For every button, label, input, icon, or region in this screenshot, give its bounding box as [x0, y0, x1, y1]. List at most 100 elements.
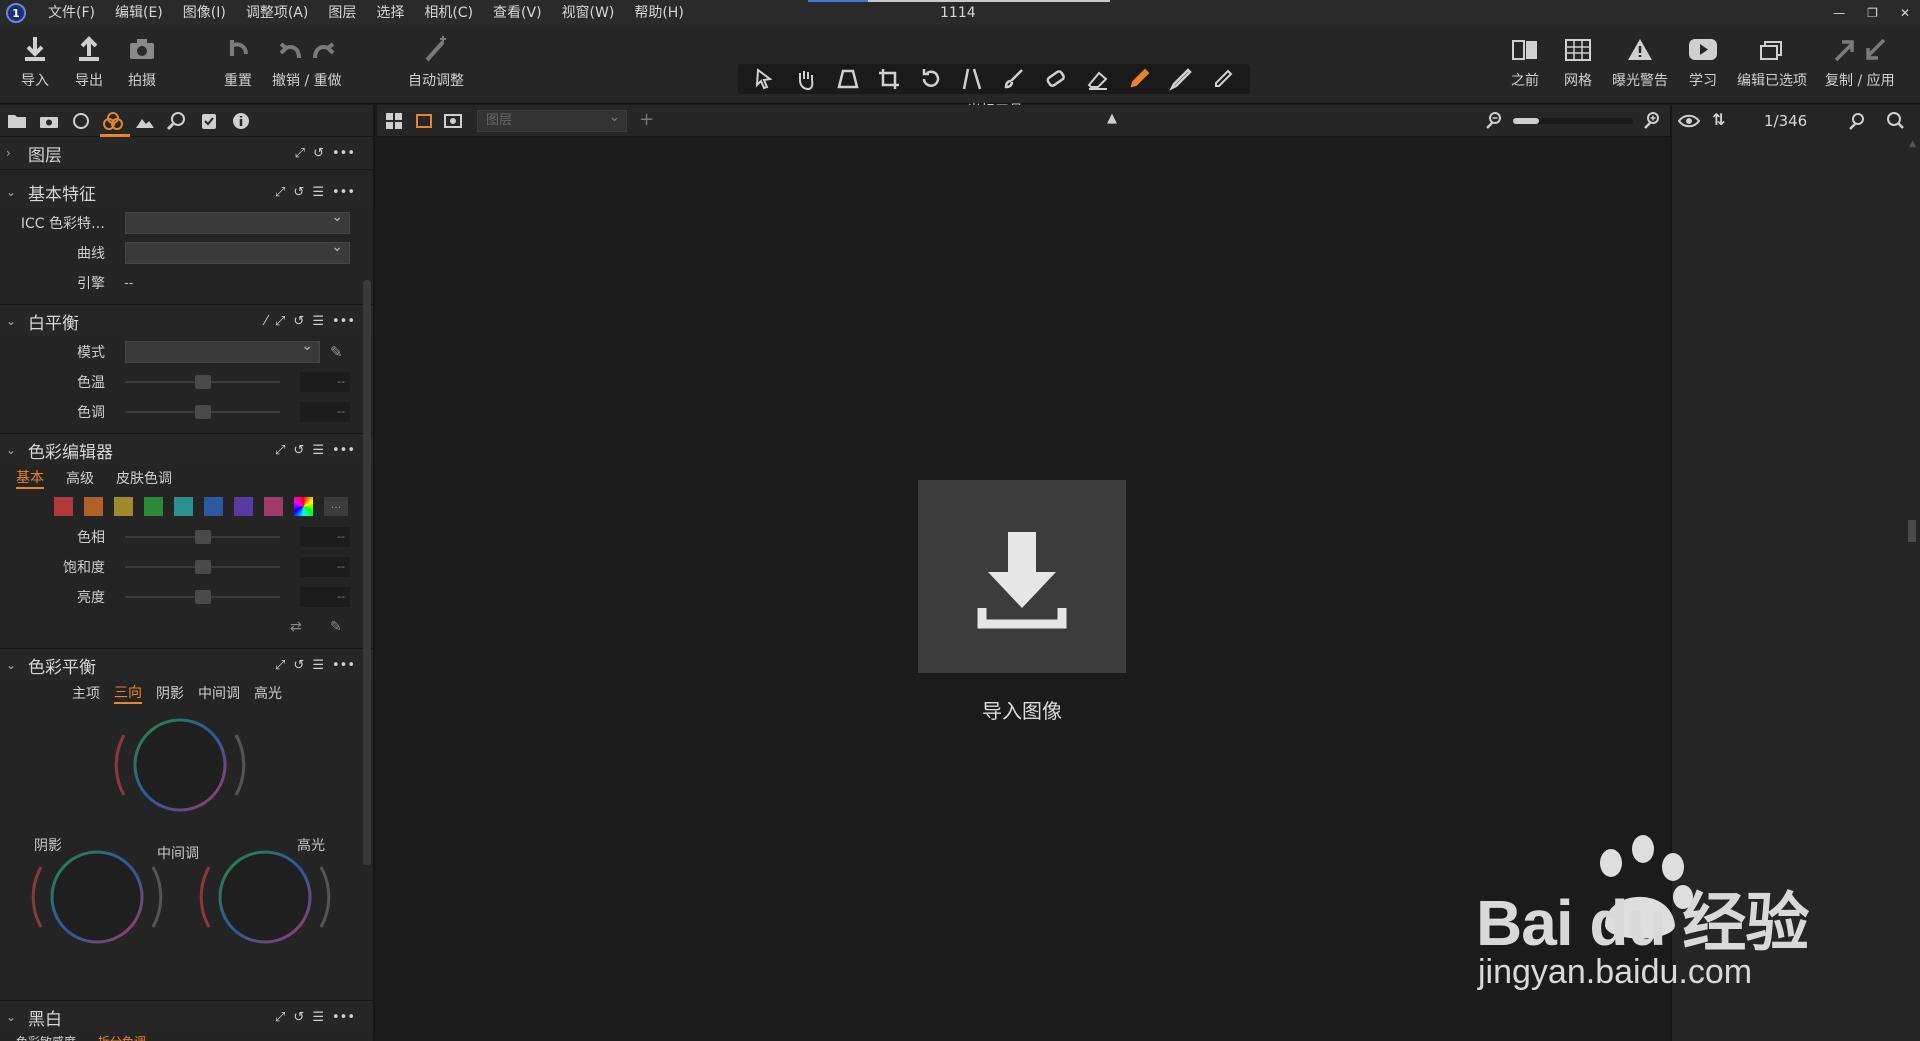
- tab-shadows[interactable]: 阴影: [156, 683, 184, 703]
- camera-tab-icon[interactable]: [38, 111, 60, 131]
- layers-section-header[interactable]: › 图层 ⤢ ↺ •••: [0, 137, 373, 169]
- import-button[interactable]: 导入: [20, 34, 50, 90]
- saturation-value[interactable]: --: [300, 557, 350, 577]
- wb-temp-slider[interactable]: [125, 375, 280, 389]
- hand-pan-icon[interactable]: [793, 67, 819, 91]
- lens-icon[interactable]: [70, 111, 92, 131]
- slider-knob[interactable]: [195, 530, 211, 544]
- auto-adjust-button[interactable]: 自动调整: [408, 34, 464, 90]
- swatch-more-button[interactable]: ...: [324, 496, 348, 516]
- swatch-blue[interactable]: [204, 496, 223, 516]
- menu-edit[interactable]: 编辑(E): [105, 0, 173, 26]
- zoom-out-icon[interactable]: [1485, 111, 1503, 133]
- hue-value[interactable]: --: [300, 527, 350, 547]
- tab-color-sensitivity[interactable]: 色彩敏感度: [16, 1033, 76, 1041]
- reset-section-icon[interactable]: ↺: [293, 314, 304, 329]
- swap-icon[interactable]: ⇄: [290, 619, 302, 635]
- tab-3-way[interactable]: 三向: [114, 682, 142, 704]
- menu-icon[interactable]: ☰: [312, 658, 324, 673]
- tab-master[interactable]: 主项: [72, 683, 100, 703]
- basic-section-header[interactable]: ⌄ 基本特征 ⤢ ↺ ☰ •••: [0, 176, 373, 208]
- details-tab-icon[interactable]: [166, 111, 188, 131]
- select-arrow-icon[interactable]: [752, 67, 778, 91]
- menu-select[interactable]: 选择: [366, 0, 414, 26]
- menu-icon[interactable]: ☰: [312, 314, 324, 329]
- menu-icon[interactable]: ☰: [312, 1010, 324, 1025]
- swatch-purple[interactable]: [234, 496, 253, 516]
- import-image-button[interactable]: [918, 480, 1126, 673]
- menu-file[interactable]: 文件(F): [38, 0, 105, 26]
- slider-knob[interactable]: [195, 590, 211, 604]
- folder-icon[interactable]: [6, 111, 28, 131]
- menu-image[interactable]: 图像(I): [173, 0, 236, 26]
- menu-camera[interactable]: 相机(C): [414, 0, 483, 26]
- swatch-yellow[interactable]: [114, 496, 133, 516]
- app-logo-icon[interactable]: 1: [6, 3, 26, 23]
- swatch-red[interactable]: [54, 496, 73, 516]
- lightness-value[interactable]: --: [300, 587, 350, 607]
- restore-icon[interactable]: ❐: [1867, 6, 1878, 20]
- left-panel-scrollbar[interactable]: [363, 280, 371, 865]
- undo-redo-button[interactable]: 撤销 / 重做: [272, 34, 342, 90]
- lightness-slider[interactable]: [125, 590, 280, 604]
- browser-scrollbar[interactable]: [1908, 520, 1916, 542]
- healing-icon[interactable]: [1043, 67, 1069, 91]
- slider-knob[interactable]: [195, 405, 211, 419]
- curve-dropdown[interactable]: [125, 239, 350, 264]
- expand-icon[interactable]: ⤢: [275, 185, 285, 200]
- expand-icon[interactable]: ⤢: [275, 1010, 285, 1025]
- icc-dropdown[interactable]: [125, 209, 350, 234]
- close-icon[interactable]: ✕: [1900, 6, 1910, 20]
- zoom-in-icon[interactable]: [1643, 111, 1661, 133]
- more-icon[interactable]: •••: [332, 185, 355, 200]
- bw-section-header[interactable]: ⌄ 黑白 ⤢ ↺ ☰ •••: [0, 1001, 373, 1033]
- zoom-slider[interactable]: [1513, 118, 1633, 124]
- eraser-icon[interactable]: [1085, 67, 1111, 91]
- auto-wand-icon[interactable]: ⁄: [265, 314, 267, 329]
- menu-icon[interactable]: ☰: [312, 443, 324, 458]
- tab-basic[interactable]: 基本: [16, 467, 44, 489]
- learn-button[interactable]: 学习: [1688, 34, 1718, 90]
- menu-adjustments[interactable]: 调整项(A): [236, 0, 319, 26]
- wb-tint-value[interactable]: --: [300, 402, 350, 422]
- wb-mode-dropdown[interactable]: [125, 338, 320, 363]
- eye-icon[interactable]: [1677, 112, 1701, 134]
- capture-button[interactable]: 拍摄: [127, 34, 157, 90]
- crop-icon[interactable]: [877, 67, 903, 91]
- swatch-green[interactable]: [144, 496, 163, 516]
- add-layer-icon[interactable]: +: [639, 109, 654, 130]
- color-tab-icon[interactable]: [102, 111, 124, 131]
- scroll-up-icon[interactable]: ▲: [1909, 139, 1916, 149]
- color-balance-section-header[interactable]: ⌄ 色彩平衡 ⤢ ↺ ☰ •••: [0, 649, 373, 681]
- expand-icon[interactable]: ⤢: [275, 658, 285, 673]
- warning-small-icon[interactable]: ▲: [1107, 111, 1117, 126]
- tab-highlights[interactable]: 高光: [254, 683, 282, 703]
- export-button[interactable]: 导出: [74, 34, 104, 90]
- reset-section-icon[interactable]: ↺: [293, 185, 304, 200]
- exposure-warning-button[interactable]: 曝光警告: [1612, 34, 1668, 90]
- menu-layers[interactable]: 图层: [318, 0, 366, 26]
- expand-icon[interactable]: ⤢: [275, 314, 285, 329]
- color-picker-icon[interactable]: [1127, 67, 1153, 91]
- rotate-icon[interactable]: [918, 67, 944, 91]
- tab-midtones[interactable]: 中间调: [198, 683, 240, 703]
- pencil-icon[interactable]: [1210, 67, 1236, 91]
- layer-dropdown[interactable]: 图层 ⌄: [477, 110, 627, 132]
- edit-selected-button[interactable]: 编辑已选项: [1737, 34, 1807, 90]
- search-icon[interactable]: [1886, 112, 1904, 134]
- swatch-magenta[interactable]: [264, 496, 283, 516]
- grid-button[interactable]: 网格: [1563, 34, 1593, 90]
- before-button[interactable]: 之前: [1510, 34, 1540, 90]
- more-icon[interactable]: •••: [332, 658, 355, 673]
- color-editor-section-header[interactable]: ⌄ 色彩编辑器 ⤢ ↺ ☰ •••: [0, 434, 373, 466]
- eyedropper-icon[interactable]: ✎: [330, 343, 343, 361]
- wb-tint-slider[interactable]: [125, 405, 280, 419]
- picker-icon[interactable]: ✎: [330, 619, 342, 635]
- exposure-tab-icon[interactable]: [134, 111, 156, 131]
- info-tab-icon[interactable]: [230, 111, 252, 131]
- expand-icon[interactable]: ⤢: [275, 443, 285, 458]
- menu-icon[interactable]: ☰: [312, 185, 324, 200]
- minimize-icon[interactable]: —: [1833, 6, 1845, 20]
- more-icon[interactable]: •••: [332, 443, 355, 458]
- browser-zoom-icon[interactable]: [1848, 112, 1866, 134]
